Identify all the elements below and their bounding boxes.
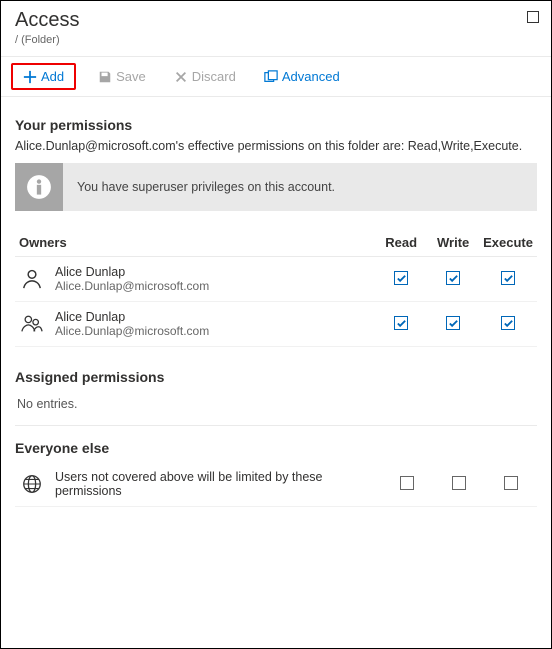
globe-icon [19,473,45,495]
owners-title: Owners [15,229,375,257]
close-icon [174,70,188,84]
people-icon [19,313,45,335]
your-permissions-desc: Alice.Dunlap@microsoft.com's effective p… [15,139,537,153]
discard-label: Discard [192,69,236,84]
divider [15,425,537,426]
add-label: Add [41,69,64,84]
page-title: Access [15,9,537,32]
assigned-permissions-title: Assigned permissions [15,369,537,385]
everyone-desc: Users not covered above will be limited … [55,470,335,498]
content: Your permissions Alice.Dunlap@microsoft.… [1,97,551,517]
owner-name: Alice Dunlap [55,310,209,324]
breadcrumb: / (Folder) [15,34,537,46]
read-checkbox[interactable] [394,271,408,285]
save-button: Save [92,65,152,88]
owner-email: Alice.Dunlap@microsoft.com [55,279,209,293]
read-checkbox[interactable] [400,476,414,490]
table-row: Alice Dunlap Alice.Dunlap@microsoft.com [15,257,537,302]
info-icon [15,163,63,211]
col-read: Read [375,229,427,257]
advanced-label: Advanced [282,69,340,84]
maximize-icon[interactable] [527,11,539,23]
advanced-icon [264,70,278,84]
owner-name: Alice Dunlap [55,265,209,279]
person-icon [19,268,45,290]
everyone-table: Users not covered above will be limited … [15,462,537,507]
info-banner-text: You have superuser privileges on this ac… [77,180,335,194]
execute-checkbox[interactable] [501,316,515,330]
plus-icon [23,70,37,84]
owners-table: Owners Read Write Execute Alice Dunlap A… [15,229,537,347]
discard-button: Discard [168,65,242,88]
table-row: Alice Dunlap Alice.Dunlap@microsoft.com [15,302,537,347]
add-button[interactable]: Add [11,63,76,90]
execute-checkbox[interactable] [501,271,515,285]
owner-email: Alice.Dunlap@microsoft.com [55,324,209,338]
save-label: Save [116,69,146,84]
your-permissions-title: Your permissions [15,117,537,133]
advanced-button[interactable]: Advanced [258,65,346,88]
toolbar: Add Save Discard Advanced [1,56,551,97]
header: Access / (Folder) [1,1,551,50]
read-checkbox[interactable] [394,316,408,330]
write-checkbox[interactable] [446,271,460,285]
execute-checkbox[interactable] [504,476,518,490]
write-checkbox[interactable] [446,316,460,330]
col-write: Write [427,229,479,257]
info-banner: You have superuser privileges on this ac… [15,163,537,211]
col-execute: Execute [479,229,537,257]
assigned-permissions-empty: No entries. [15,391,537,421]
everyone-else-title: Everyone else [15,440,537,456]
write-checkbox[interactable] [452,476,466,490]
table-row: Users not covered above will be limited … [15,462,537,507]
save-icon [98,70,112,84]
